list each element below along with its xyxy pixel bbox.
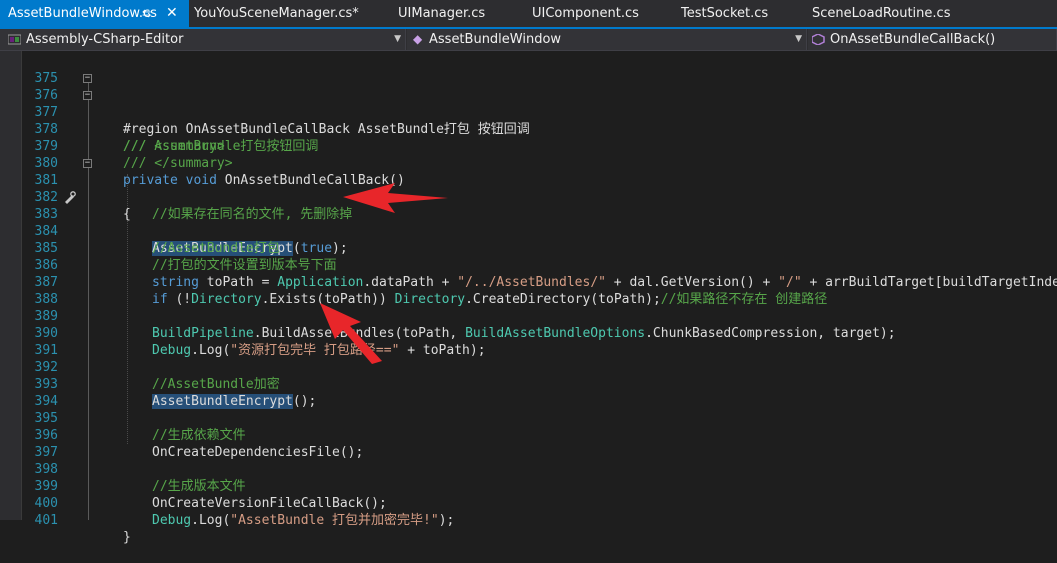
red-arrow-icon — [343, 183, 448, 213]
red-arrow-icon — [320, 303, 382, 364]
annotation-arrows — [320, 183, 448, 364]
close-brace: } — [123, 530, 131, 545]
